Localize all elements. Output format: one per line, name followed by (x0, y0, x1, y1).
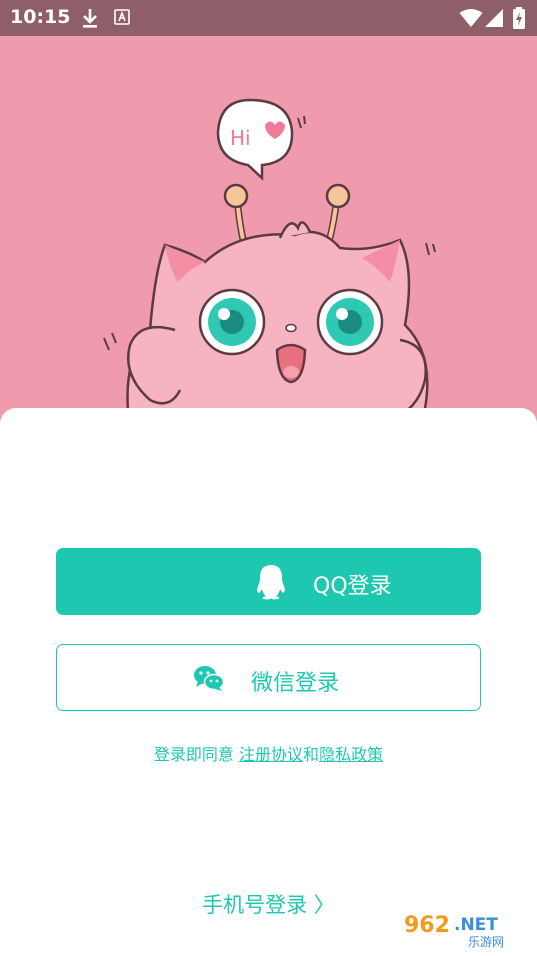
status-bar: 10:15 (0, 0, 537, 36)
accessibility-icon (114, 9, 130, 29)
svg-text:962: 962 (404, 913, 450, 938)
qq-login-button[interactable]: QQ登录 (56, 548, 481, 615)
status-time: 10:15 (10, 6, 71, 28)
download-icon (80, 7, 100, 33)
qq-icon (256, 564, 286, 604)
hero-illustration: Hi (0, 36, 537, 430)
mascot-illustration: Hi (103, 98, 436, 430)
signal-icon (484, 8, 504, 32)
privacy-link[interactable]: 隐私政策 (319, 745, 383, 764)
agreement-text: 登录即同意 注册协议和隐私政策 (0, 741, 537, 765)
speech-bubble: Hi (216, 98, 306, 181)
mascot-body (103, 221, 436, 430)
speech-bubble-text: Hi (230, 126, 251, 150)
svg-text:乐游网: 乐游网 (468, 935, 504, 949)
svg-text:.NET: .NET (454, 915, 498, 935)
agreement-prefix: 登录即同意 (153, 745, 234, 764)
agreement-and: 和 (303, 745, 320, 764)
wechat-login-label: 微信登录 (251, 671, 340, 696)
battery-icon (512, 7, 526, 33)
terms-link[interactable]: 注册协议 (239, 745, 303, 764)
wechat-login-button[interactable]: 微信登录 (56, 644, 481, 711)
watermark-logo: 962 .NET 乐游网 (398, 908, 530, 950)
wifi-icon (459, 8, 483, 32)
wechat-icon (193, 664, 225, 696)
qq-login-label: QQ登录 (313, 574, 392, 599)
